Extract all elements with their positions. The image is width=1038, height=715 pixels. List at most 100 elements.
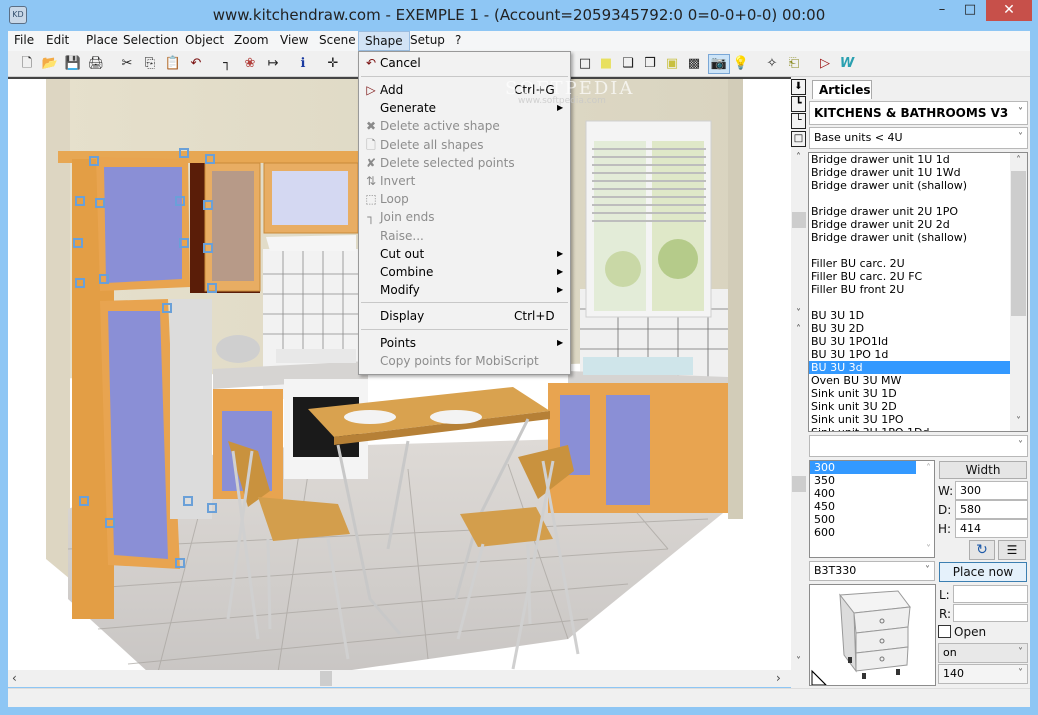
scroll-down-icon[interactable]: ˅ [1010,416,1027,427]
width-button[interactable]: Width [939,461,1027,479]
size-option[interactable]: 400 [810,487,916,500]
menu-zoom[interactable]: Zoom [228,31,275,51]
shape-add-icon[interactable]: ▷ [816,55,834,73]
scroll-up-icon[interactable]: ˄ [1010,155,1027,166]
menu-item-cancel[interactable]: ↶ Cancel [359,54,570,72]
view-filled-icon[interactable]: ■ [597,55,615,73]
undo-icon[interactable]: ↶ [187,55,205,73]
size-option[interactable]: 350 [810,474,916,487]
list-item[interactable]: Sink unit 3U 1PO 1Dd [809,426,1011,431]
height-field[interactable]: 414 [955,519,1028,538]
view-3d-hidden-icon[interactable]: ❒ [641,55,659,73]
scroll-down-icon[interactable]: ˅ [926,544,931,555]
menu-shape[interactable]: Shape [358,31,410,51]
catalog-select[interactable]: KITCHENS & BATHROOMS V3 ˅ [809,101,1028,125]
strip-thumb[interactable] [792,212,806,228]
tool-catalog-icon[interactable]: □ [791,131,806,147]
list-item[interactable]: BU 3U 1PO1Id [809,335,1011,348]
menu-help[interactable]: ? [449,31,467,51]
properties-icon[interactable]: ☰ [998,540,1026,560]
strip-thumb-2[interactable] [792,476,806,492]
list-item[interactable]: Sink unit 3U 2D [809,400,1011,413]
menu-selection[interactable]: Selection [117,31,184,51]
refresh-icon[interactable]: ↻ [969,540,995,560]
paste-icon[interactable]: 📋 [164,55,182,73]
menu-item-combine[interactable]: Combine ▶ [359,263,570,281]
menu-item-delete-selected-points[interactable]: ✘ Delete selected points [359,154,570,172]
info-icon[interactable]: ℹ [294,55,312,73]
place-now-button[interactable]: Place now [939,562,1027,582]
size-option[interactable]: 450 [810,500,916,513]
left-field[interactable] [953,585,1028,603]
list-item[interactable]: Sink unit 3U 1D [809,387,1011,400]
size-option[interactable]: 300 [810,461,916,474]
menu-view[interactable]: View [274,31,314,51]
strip-up-icon-2[interactable]: ˄ [791,324,806,335]
articles-list[interactable]: Bridge drawer unit 1U 1d Bridge drawer un… [808,152,1028,432]
tab-articles[interactable]: Articles [812,80,872,99]
size-list[interactable]: 300 350 400 450 500 600 ˄ ˅ [809,460,935,558]
height-select[interactable]: 140 ˅ [938,664,1028,684]
list-item[interactable]: BU 3U 1PO 1d [809,348,1011,361]
tool-wall-icon[interactable]: ┗ [791,96,806,112]
place-object-icon[interactable]: ❀ [241,55,259,73]
menu-edit[interactable]: Edit [40,31,75,51]
tool-path-icon[interactable]: └ [791,113,806,129]
on-select[interactable]: on ˅ [938,643,1028,663]
maximize-button[interactable]: □ [956,0,984,21]
strip-up-icon[interactable]: ˄ [791,152,806,163]
size-option[interactable]: 500 [810,513,916,526]
list-item[interactable]: Bridge drawer unit 1U 1d [809,153,1011,166]
web-icon[interactable]: W [838,55,856,73]
menu-scene[interactable]: Scene [313,31,362,51]
minimize-button[interactable]: – [928,0,956,21]
menu-item-join-ends[interactable]: ┐ Join ends [359,208,570,226]
width-field[interactable]: 300 [955,481,1028,500]
menu-item-copy-points-for-mobiscript[interactable]: Copy points for MobiScript [359,352,570,370]
view-wireframe-icon[interactable]: □ [576,55,594,73]
horizontal-scrollbar[interactable]: ‹ › [8,670,791,687]
list-scrollbar[interactable]: ˄ ˅ [1010,153,1027,431]
menu-item-loop[interactable]: ⬚ Loop [359,190,570,208]
list-item[interactable]: BU 3U 1D [809,309,1011,322]
stairs-icon[interactable]: ┐ [218,55,236,73]
list-item[interactable]: Oven BU 3U MW [809,374,1011,387]
photo-camera-icon[interactable]: 📷 [708,54,730,74]
move-icon[interactable]: ✛ [324,55,342,73]
list-item[interactable]: Sink unit 3U 1PO [809,413,1011,426]
depth-field[interactable]: 580 [955,500,1028,519]
measure-tape-icon[interactable]: ⎗ [785,55,803,73]
copy-icon[interactable]: ⎘ [141,55,159,73]
list-item[interactable]: Bridge drawer unit (shallow) [809,179,1011,192]
menu-item-delete-all-shapes[interactable]: 🗋 Delete all shapes [359,136,570,154]
reference-select[interactable]: B3T330 ˅ [809,561,935,581]
menu-file[interactable]: File [8,31,40,51]
menu-item-raise[interactable]: Raise... [359,227,570,245]
view-3d-shaded-icon[interactable]: ▣ [663,55,681,73]
right-field[interactable] [953,604,1028,622]
menu-item-invert[interactable]: ⇅ Invert [359,172,570,190]
dimension-icon[interactable]: ↦ [264,55,282,73]
new-document-icon[interactable]: 🗋 [18,55,36,73]
variant-select[interactable]: ˅ [809,435,1028,457]
menu-object[interactable]: Object [179,31,230,51]
tool-import-icon[interactable]: ⬇ [791,79,806,95]
save-icon[interactable]: 💾 [64,55,82,73]
magic-wand-icon[interactable]: ✧ [763,55,781,73]
list-item[interactable]: Bridge drawer unit (shallow) [809,231,1011,244]
menu-item-cut-out[interactable]: Cut out ▶ [359,245,570,263]
strip-down-icon-2[interactable]: ˅ [791,656,806,667]
cut-icon[interactable]: ✂ [118,55,136,73]
open-checkbox[interactable] [938,625,951,638]
list-item[interactable]: Bridge drawer unit 1U 1Wd [809,166,1011,179]
list-item[interactable]: BU 3U 2D [809,322,1011,335]
menu-setup[interactable]: Setup [404,31,451,51]
render-camera-icon[interactable]: ▩ [685,55,703,73]
list-item[interactable]: Filler BU carc. 2U [809,257,1011,270]
open-folder-icon[interactable]: 📂 [41,55,59,73]
scroll-left-icon[interactable]: ‹ [12,670,17,687]
size-option[interactable]: 600 [810,526,916,539]
strip-down-icon[interactable]: ˅ [791,308,806,319]
print-icon[interactable]: 🖨 [87,55,105,73]
list-item[interactable]: Filler BU carc. 2U FC [809,270,1011,283]
